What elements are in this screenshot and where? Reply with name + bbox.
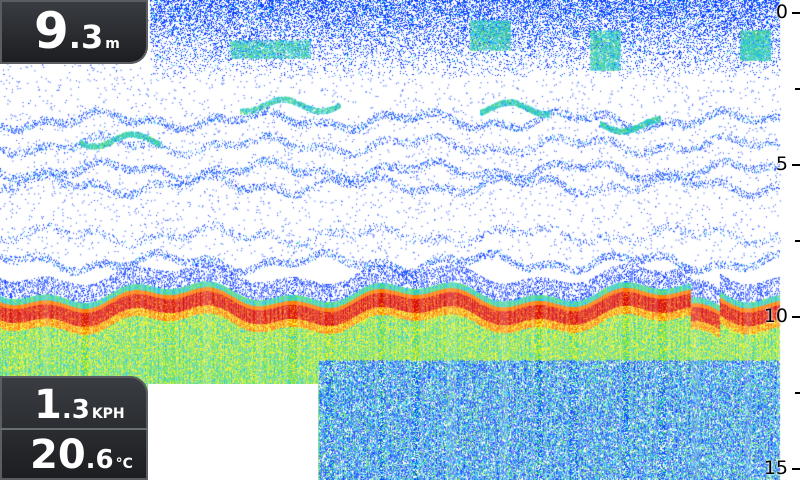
temperature-unit: °C [115,456,133,472]
depth-major-tick [792,12,800,14]
depth-label-15: 15 [763,457,788,479]
depth-label-5: 5 [775,153,788,175]
depth-value-dec: .3 [68,18,104,56]
temperature-readout: 20.6 °C [30,432,133,478]
speed-value-dec: .3 [61,395,90,425]
depth-readout-panel: 9.3 m [0,0,148,64]
depth-scale: 0 5 10 15 [763,0,800,480]
depth-unit: m [105,36,120,52]
depth-major-tick [792,164,800,166]
temperature-value-int: 20 [30,432,86,478]
depth-major-tick [792,316,800,318]
depth-minor-tick [795,392,800,394]
depth-value-int: 9 [34,2,69,60]
panel-divider [0,428,148,430]
depth-label-10: 10 [763,305,788,327]
depth-major-tick [792,468,800,470]
speed-value-int: 1 [34,382,62,428]
speed-readout: 1.3 KPH [34,382,125,428]
depth-minor-tick [795,240,800,242]
blank-overlay [148,384,318,480]
depth-minor-tick [795,88,800,90]
depth-readout: 9.3 m [34,2,120,60]
speed-temp-panel: 1.3 KPH 20.6 °C [0,376,148,480]
speed-unit: KPH [91,406,125,422]
temperature-value-dec: .6 [85,445,114,475]
depth-label-0: 0 [775,1,788,23]
